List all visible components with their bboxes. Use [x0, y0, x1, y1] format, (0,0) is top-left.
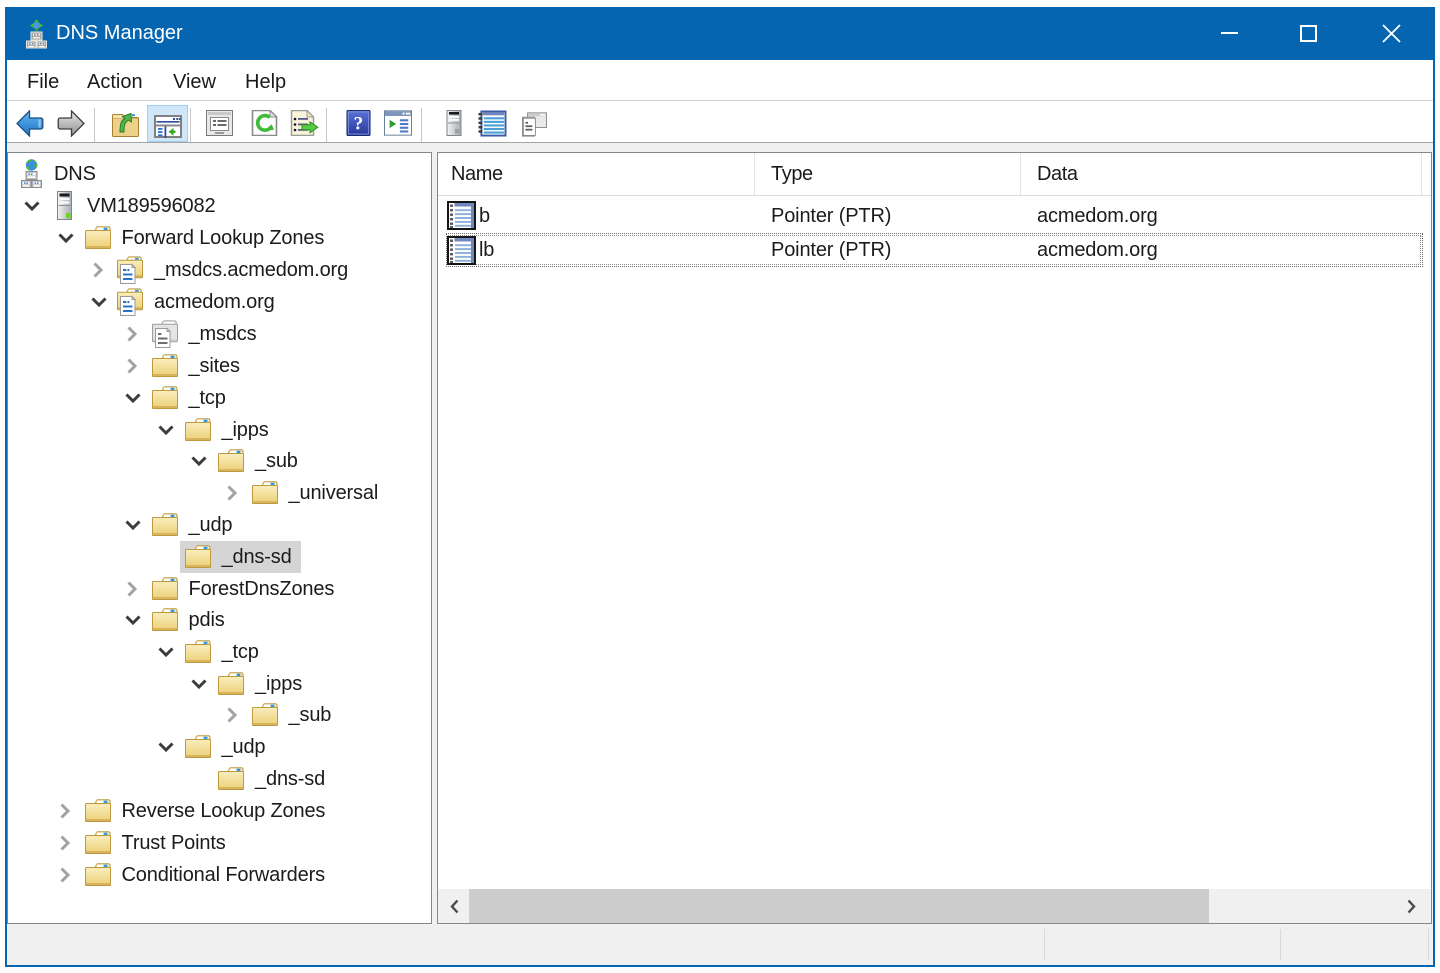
svg-text:?: ?: [354, 114, 364, 135]
